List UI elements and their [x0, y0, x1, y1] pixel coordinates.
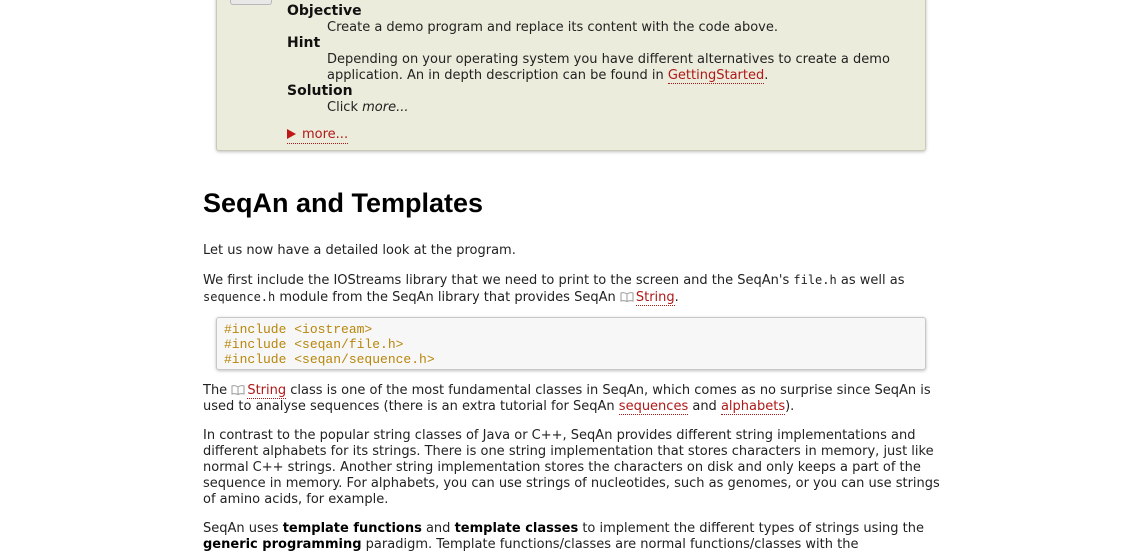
book-icon: [231, 385, 245, 395]
generic-programming-bold: generic programming: [203, 537, 362, 552]
paragraph-string-implementations: In contrast to the popular string classe…: [203, 428, 940, 507]
objective-term: Objective: [287, 3, 362, 19]
getting-started-link[interactable]: GettingStarted: [667, 68, 765, 84]
section-heading: SeqAn and Templates: [203, 188, 484, 218]
book-icon: [620, 292, 634, 302]
p3-text-1: The: [203, 383, 232, 398]
string-class-link[interactable]: String: [247, 383, 287, 399]
p3-text-3: and: [688, 399, 721, 414]
p2-text-2: as well as: [836, 273, 905, 288]
paragraph-includes: We first include the IOStreams library t…: [203, 272, 943, 306]
code-line-2: #include <seqan/file.h>: [224, 337, 404, 352]
alphabets-link[interactable]: alphabets: [720, 399, 786, 415]
sequence-h-code: sequence.h: [203, 290, 276, 304]
triangle-right-icon: [287, 129, 296, 139]
assignment-badge: [230, 0, 272, 5]
code-line-3: #include <seqan/sequence.h>: [224, 352, 435, 367]
p5-text-3: to implement the different types of stri…: [578, 521, 925, 536]
sequences-link[interactable]: sequences: [618, 399, 689, 415]
p5-text-1: SeqAn uses: [203, 521, 283, 536]
hint-desc: Depending on your operating system you h…: [327, 52, 915, 84]
file-h-code: file.h: [793, 273, 837, 287]
template-classes-bold: template classes: [454, 521, 579, 536]
code-line-1: #include <iostream>: [224, 322, 373, 337]
more-label: more...: [302, 127, 349, 142]
solution-text: Click: [327, 100, 363, 115]
string-link[interactable]: String: [635, 290, 675, 306]
hint-term: Hint: [287, 35, 321, 51]
template-functions-bold: template functions: [282, 521, 422, 536]
hint-text-end: .: [764, 68, 769, 83]
paragraph-string-class: The String class is one of the most fund…: [203, 383, 943, 415]
solution-desc: Click more...: [327, 100, 915, 116]
hint-text: Depending on your operating system you h…: [327, 52, 890, 83]
p3-text-2: class is one of the most fundamental cla…: [203, 383, 931, 414]
objective-desc: Create a demo program and replace its co…: [327, 20, 778, 35]
p2-text-4: .: [674, 290, 679, 305]
paragraph-templates: SeqAn uses template functions and templa…: [203, 521, 943, 553]
p3-text-4: ).: [785, 399, 795, 414]
p5-text-4: paradigm. Template functions/classes are…: [361, 537, 859, 552]
solution-more-em: more...: [362, 100, 409, 115]
solution-term: Solution: [287, 83, 353, 99]
code-block: #include <iostream> #include <seqan/file…: [216, 317, 926, 370]
p2-text-3: module from the SeqAn library that provi…: [275, 290, 620, 305]
more-toggle[interactable]: more...: [287, 127, 349, 144]
assignment-box: Objective Create a demo program and repl…: [216, 0, 926, 151]
paragraph-intro: Let us now have a detailed look at the p…: [203, 243, 516, 258]
p2-text-1: We first include the IOStreams library t…: [203, 273, 794, 288]
p5-text-2: and: [421, 521, 455, 536]
